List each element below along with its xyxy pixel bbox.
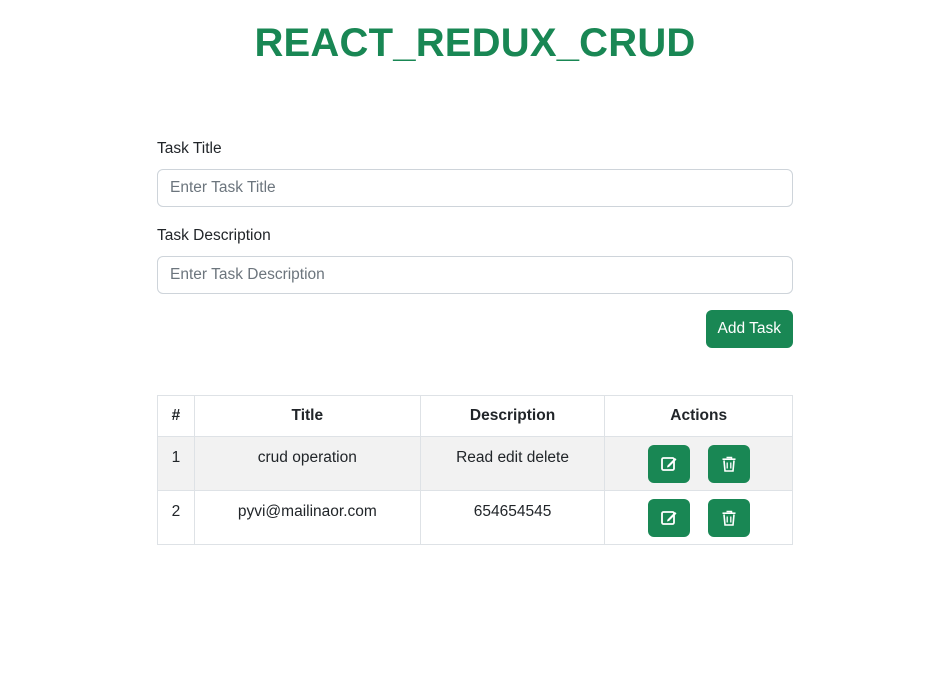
table-header-row: # Title Description Actions [157,395,793,437]
edit-icon [660,511,677,525]
row-description: Read edit delete [419,436,606,491]
add-task-button[interactable]: Add Task [705,310,793,348]
task-title-input[interactable] [157,169,793,207]
row-number: 2 [157,490,195,545]
table-row: 2 pyvi@mailinaor.com 654654545 [157,490,793,545]
row-actions [604,436,793,491]
page: REACT_REDUX_CRUD Task Title Task Descrip… [0,0,935,685]
edit-button[interactable] [647,445,690,483]
header-number: # [157,395,195,437]
header-actions: Actions [604,395,793,437]
edit-button[interactable] [647,499,690,537]
edit-icon [660,457,677,471]
task-form: Task Title Task Description Add Task [157,138,793,348]
form-actions: Add Task [157,310,793,348]
delete-button[interactable] [707,445,750,483]
app-title: REACT_REDUX_CRUD [254,21,696,65]
trash-icon [722,510,736,526]
task-title-label: Task Title [157,140,222,157]
header-description: Description [419,395,606,437]
row-number: 1 [157,436,195,491]
row-description: 654654545 [419,490,606,545]
header-title: Title [193,395,421,437]
task-description-input[interactable] [157,256,793,294]
task-description-label: Task Description [157,227,271,244]
row-title: crud operation [193,436,421,491]
task-table: # Title Description Actions 1 crud opera… [157,395,793,545]
row-actions [604,490,793,545]
table-row: 1 crud operation Read edit delete [157,436,793,491]
delete-button[interactable] [707,499,750,537]
row-title: pyvi@mailinaor.com [193,490,421,545]
trash-icon [722,456,736,472]
